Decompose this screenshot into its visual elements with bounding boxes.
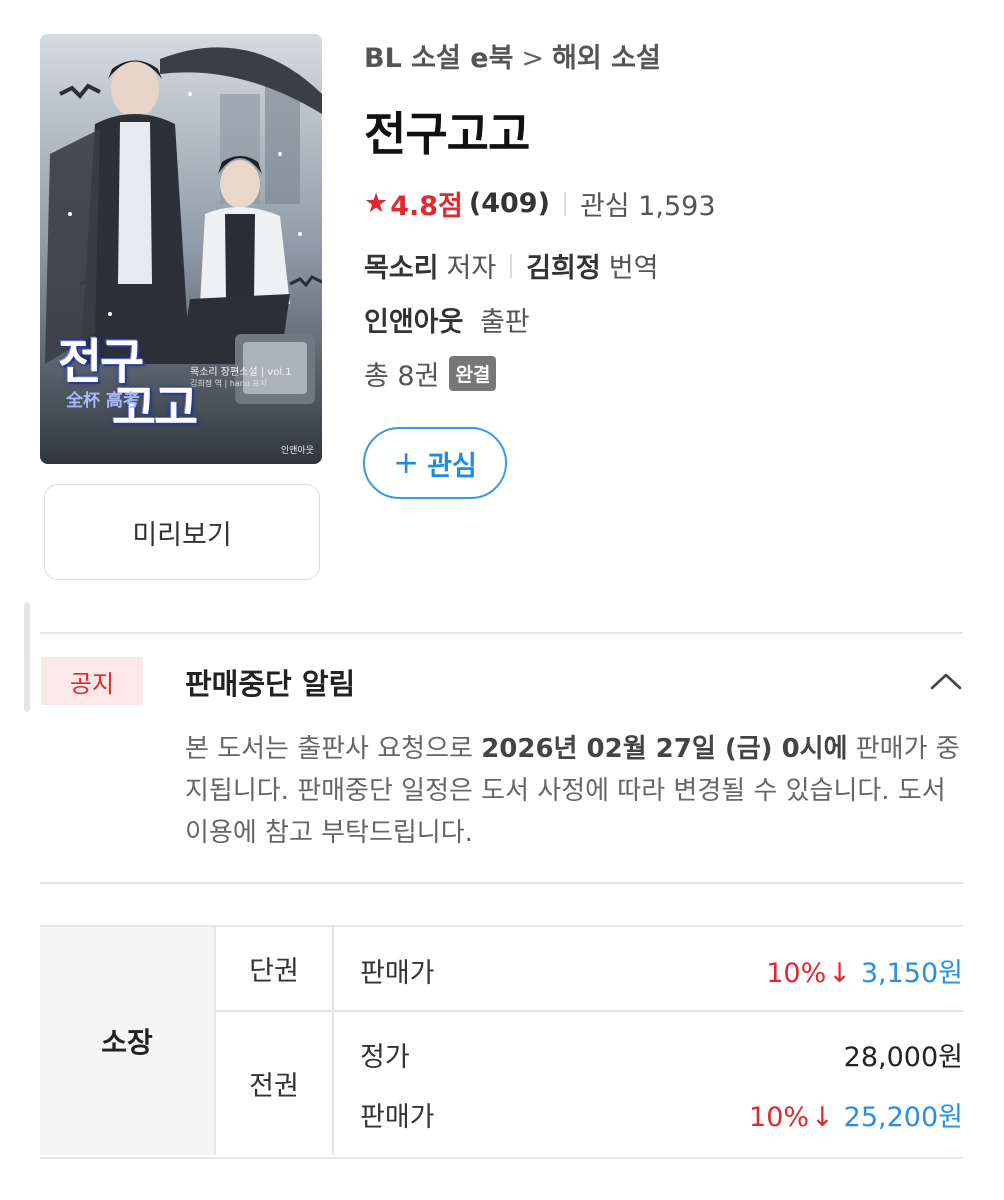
divider [510, 253, 513, 278]
book-title: 전구고고 [364, 107, 530, 161]
book-cover[interactable]: 전구 고고 목소리 장편소설 | vol.1 김희정 역 | hanu 표지 全… [40, 34, 322, 464]
breadcrumb: BL 소설 e북 > 해외 소설 [364, 36, 661, 75]
divider [332, 927, 334, 1155]
cover-title: 전구 고고 [58, 338, 198, 432]
notice-badge: 공지 [41, 657, 143, 705]
divider [40, 882, 963, 884]
breadcrumb-chevron-icon: > [521, 43, 545, 74]
divider [563, 191, 566, 216]
publisher-name[interactable]: 인앤아웃 [364, 307, 463, 338]
preview-button[interactable]: 미리보기 [44, 484, 320, 580]
price-table: 소장 단권 판매가 10%↓ 3,150원 전권 정가 28,000원 판매가 1… [40, 925, 963, 1159]
publisher-row: 인앤아웃 출판 [364, 300, 530, 339]
notice-body-prefix: 본 도서는 출판사 요청으로 [185, 734, 482, 764]
translator-name[interactable]: 김희정 [526, 246, 601, 285]
single-sale-price: 3,150원 [860, 958, 963, 989]
scrollbar[interactable] [24, 602, 30, 712]
cover-cjk-title: 全杯 高考 [66, 391, 140, 411]
notice-date: 2026년 02월 27일 (금) 0시에 [481, 734, 848, 764]
chevron-up-icon[interactable] [928, 666, 964, 696]
notice-title: 판매중단 알림 [185, 667, 356, 701]
full-set-discount: 10% [749, 1102, 810, 1133]
full-set-price-row[interactable]: 10%↓ 25,200원 [749, 1095, 963, 1134]
review-count[interactable]: (409) [469, 188, 550, 219]
full-set-sale-label: 판매가 [360, 1102, 435, 1133]
interest-count: 관심 1,593 [579, 191, 716, 222]
author-name[interactable]: 목소리 [364, 246, 439, 285]
cover-publisher-logo: 인앤아웃 [280, 446, 314, 456]
plus-icon: + [393, 445, 420, 481]
full-set-regular-price: 28,000원 [843, 1042, 963, 1073]
rating-row: ★ 4.8점 (409) 관심 1,593 [364, 184, 716, 223]
rating-score: 4.8점 [390, 191, 463, 222]
full-set-regular-label: 정가 [360, 1042, 410, 1073]
volume-count: 총 8권 [364, 361, 440, 392]
translator-role: 번역 [608, 253, 659, 284]
volumes-row: 총 8권 완결 [364, 354, 497, 393]
breadcrumb-category[interactable]: BL 소설 e북 [364, 43, 513, 74]
divider [40, 632, 963, 634]
full-set-sale-price: 25,200원 [843, 1102, 963, 1133]
arrow-down-icon: ↓ [811, 1102, 834, 1133]
full-set-label: 전권 [249, 1071, 299, 1102]
star-icon: ★ [364, 188, 389, 219]
cover-subtitle: 목소리 장편소설 | vol.1 [190, 367, 292, 378]
notice-body: 본 도서는 출판사 요청으로 2026년 02월 27일 (금) 0시에 판매가… [185, 728, 965, 854]
publisher-role: 출판 [479, 307, 530, 338]
arrow-down-icon: ↓ [828, 958, 851, 989]
complete-badge: 완결 [449, 356, 497, 391]
breadcrumb-subcategory[interactable]: 해외 소설 [552, 43, 661, 74]
cover-credits: 김희정 역 | hanu 표지 [190, 379, 268, 388]
ownership-label: 소장 [40, 927, 214, 1155]
single-price-row[interactable]: 10%↓ 3,150원 [766, 951, 963, 990]
single-sale-label: 판매가 [360, 958, 435, 989]
interest-button-label: 관심 [427, 450, 477, 482]
author-row: 목소리 저자 김희정 번역 [364, 246, 658, 285]
author-role: 저자 [446, 253, 497, 284]
add-interest-button[interactable]: + 관심 [363, 427, 507, 499]
single-volume-label: 단권 [249, 956, 299, 987]
single-discount: 10% [766, 958, 827, 989]
